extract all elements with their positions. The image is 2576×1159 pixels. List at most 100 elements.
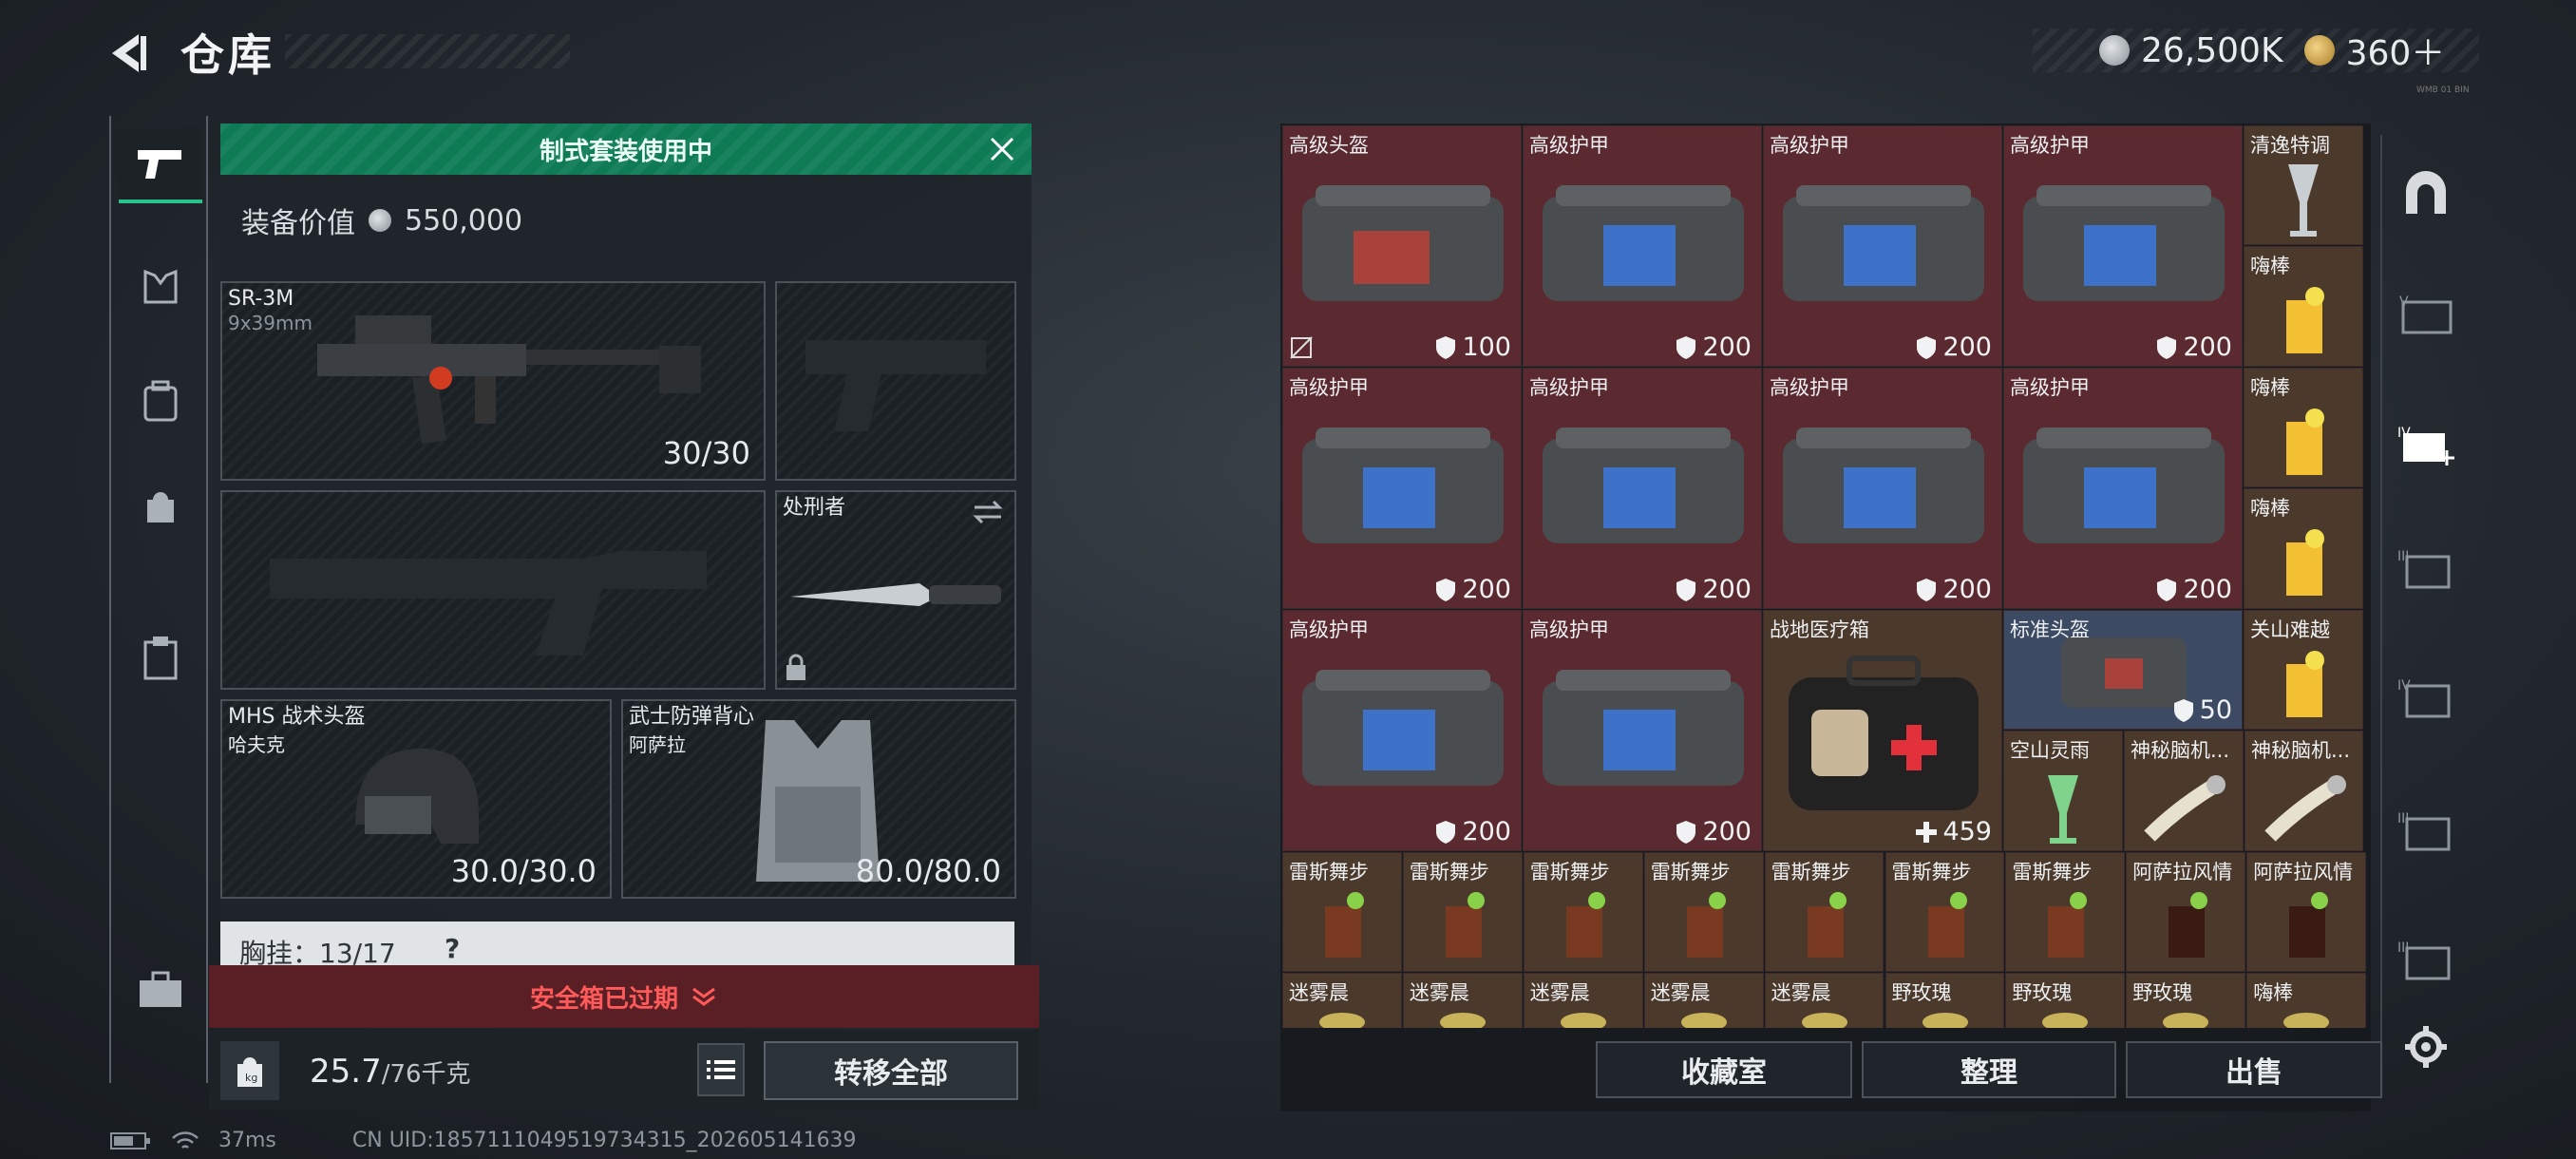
nav-armor[interactable] <box>119 249 202 325</box>
item-misc[interactable]: 迷雾晨 <box>1282 973 1402 1028</box>
item-drink[interactable]: 关山难越 <box>2244 610 2363 730</box>
device-icon <box>2264 775 2346 842</box>
item-adv-armor[interactable]: 高级护甲 200 <box>1523 125 1762 367</box>
tab-storage-5[interactable]: V <box>2394 283 2458 348</box>
item-drink[interactable]: 雷斯舞步 <box>1885 852 2005 972</box>
help-icon[interactable]: ? <box>445 933 460 964</box>
equip-value-label: 装备价值 <box>241 207 355 240</box>
item-adv-armor[interactable]: 高级护甲 200 <box>2003 368 2243 609</box>
drink-glass-icon <box>1807 892 1847 958</box>
item-adv-armor[interactable]: 高级护甲 200 <box>1282 610 1522 851</box>
safe-box-expired-banner[interactable]: 安全箱已过期 <box>209 965 1039 1028</box>
item-adv-armor[interactable]: 高级护甲 200 <box>1523 610 1762 851</box>
close-icon[interactable] <box>986 133 1018 165</box>
pistol-silhouette-icon <box>805 340 986 431</box>
item-drink[interactable]: 嗨棒 <box>2244 368 2363 487</box>
slot-melee[interactable]: 处刑者 <box>775 490 1016 690</box>
shield-icon <box>1917 335 1937 359</box>
transfer-all-button[interactable]: 转移全部 <box>764 1041 1018 1100</box>
nav-weapons[interactable] <box>119 127 202 203</box>
tab-all[interactable] <box>2394 160 2458 224</box>
nav-backpack[interactable] <box>119 363 202 439</box>
shield-icon <box>1436 578 1456 601</box>
lock-icon <box>786 654 805 680</box>
loadout-panel: 制式套装使用中 装备价值 550,000 SR-3M 9x39mm 30/30 <box>220 124 1032 969</box>
item-brain-chip[interactable]: 神秘脑机... <box>2124 731 2244 851</box>
pistol-icon <box>138 150 181 179</box>
item-drink[interactable]: 雷斯舞步 <box>1764 852 1885 972</box>
list-view-button[interactable] <box>697 1043 745 1096</box>
user-uid: CN UID:1857111049519734315_202605141639 <box>351 1129 857 1152</box>
slot-sidearm[interactable] <box>775 281 1016 481</box>
item-drink[interactable]: 雷斯舞步 <box>1282 852 1402 972</box>
tab-storage-3b[interactable]: III <box>2394 800 2458 864</box>
sort-button[interactable]: 整理 <box>1862 1041 2116 1098</box>
item-drink[interactable]: 清逸特调 <box>2244 125 2363 245</box>
tab-storage-4-add[interactable]: IV <box>2394 414 2458 479</box>
item-misc[interactable]: 迷雾晨 <box>1402 973 1523 1028</box>
item-drink[interactable]: 雷斯舞步 <box>1523 852 1643 972</box>
tab-storage-3[interactable]: III <box>2394 538 2458 602</box>
drink-glass-icon <box>1686 892 1726 958</box>
item-icon <box>1319 1013 1365 1028</box>
tab-storage-4[interactable]: IV <box>2394 667 2458 732</box>
nav-bag[interactable] <box>119 467 202 543</box>
item-drink[interactable]: 嗨棒 <box>2244 246 2363 367</box>
item-drink[interactable]: 雷斯舞步 <box>1643 852 1764 972</box>
item-adv-armor[interactable]: 高级护甲 200 <box>1763 368 2002 609</box>
item-name: 战地医疗箱 <box>1770 618 1869 641</box>
back-button[interactable] <box>103 27 156 80</box>
currency-silver[interactable]: 26,500K <box>2099 31 2283 70</box>
item-drink[interactable]: 阿萨拉风情 <box>2126 852 2246 972</box>
item-name: 雷斯舞步 <box>2012 861 2093 884</box>
nav-toolbox[interactable] <box>119 952 202 1028</box>
item-misc[interactable]: 野玫瑰 <box>2005 973 2126 1028</box>
item-adv-helmet[interactable]: 高级头盔 100 <box>1282 125 1522 367</box>
item-adv-armor[interactable]: 高级护甲 200 <box>2003 125 2243 367</box>
item-name: 野玫瑰 <box>1891 981 1952 1004</box>
item-drink[interactable]: 雷斯舞步 <box>1402 852 1523 972</box>
item-misc[interactable]: 迷雾晨 <box>1643 973 1764 1028</box>
settings-button[interactable] <box>2399 1020 2453 1074</box>
item-drink[interactable]: 阿萨拉风情 <box>2246 852 2367 972</box>
item-icon <box>1680 1013 1727 1028</box>
collection-room-button[interactable]: 收藏室 <box>1596 1041 1852 1098</box>
slot-secondary-weapon[interactable] <box>220 490 766 690</box>
item-misc[interactable]: 迷雾晨 <box>1523 973 1643 1028</box>
storage-iii-icon: III <box>2397 549 2451 589</box>
item-misc[interactable]: 野玫瑰 <box>1885 973 2005 1028</box>
item-std-helmet[interactable]: 标准头盔 50 <box>2003 610 2243 730</box>
tab-storage-3c[interactable]: III <box>2394 929 2458 994</box>
helmet-faction: 哈夫克 <box>228 733 285 756</box>
supply-bag-icon <box>2023 428 2225 543</box>
item-icon <box>1439 1013 1486 1028</box>
supply-bag-icon <box>1302 670 1504 786</box>
item-drink[interactable]: 嗨棒 <box>2244 488 2363 609</box>
swap-icon[interactable] <box>971 498 1005 526</box>
item-name: 迷雾晨 <box>1409 981 1469 1004</box>
item-drink[interactable]: 雷斯舞步 <box>2005 852 2126 972</box>
item-adv-armor[interactable]: 高级护甲 200 <box>1523 368 1762 609</box>
slot-helmet[interactable]: MHS 战术头盔 哈夫克 30.0/30.0 <box>220 699 612 899</box>
drink-glass-icon <box>1325 892 1364 958</box>
item-drink[interactable]: 空山灵雨 <box>2003 731 2123 851</box>
item-misc[interactable]: 野玫瑰 <box>2126 973 2246 1028</box>
item-name: 嗨棒 <box>2250 376 2290 399</box>
item-adv-armor[interactable]: 高级护甲 200 <box>1282 368 1522 609</box>
currency-gold[interactable]: 360＋ <box>2303 26 2445 75</box>
slot-armor[interactable]: 武士防弹背心 阿萨拉 80.0/80.0 <box>621 699 1016 899</box>
sell-button[interactable]: 出售 <box>2126 1041 2382 1098</box>
item-misc[interactable]: 迷雾晨 <box>1764 973 1885 1028</box>
cocktail-icon <box>2288 164 2319 237</box>
shield-icon <box>1676 578 1696 601</box>
item-medkit[interactable]: 战地医疗箱 459 <box>1763 610 2002 851</box>
item-brain-chip[interactable]: 神秘脑机... <box>2245 731 2363 851</box>
slot-primary-weapon[interactable]: SR-3M 9x39mm 30/30 <box>220 281 766 481</box>
supply-bag-icon <box>1302 428 1504 543</box>
nav-clipboard[interactable] <box>119 619 202 695</box>
svg-text:III: III <box>2397 940 2409 956</box>
latency: 37ms <box>218 1129 276 1152</box>
item-adv-armor[interactable]: 高级护甲 200 <box>1763 125 2002 367</box>
item-misc[interactable]: 嗨棒 <box>2246 973 2367 1028</box>
supply-bag-icon <box>1302 185 1504 301</box>
